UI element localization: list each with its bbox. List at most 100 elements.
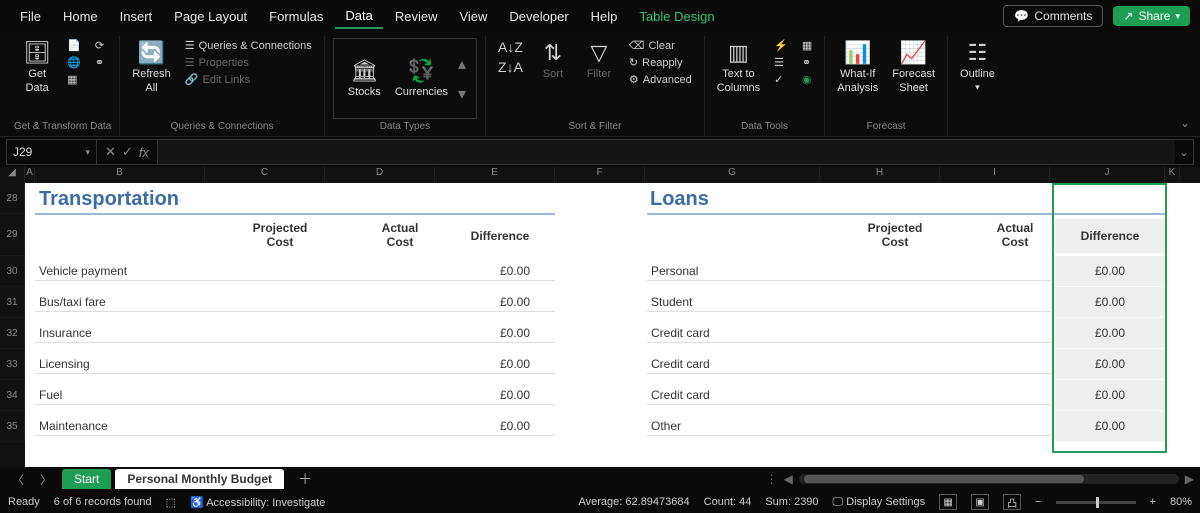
cell-difference[interactable]: £0.00 — [475, 419, 555, 433]
col-b[interactable]: B — [35, 167, 205, 184]
sort-desc-button[interactable]: Z↓A — [494, 58, 527, 76]
col-e[interactable]: E — [435, 167, 555, 184]
confirm-icon[interactable]: ✓ — [122, 144, 133, 160]
reapply-button[interactable]: ↻Reapply — [625, 55, 696, 70]
col-g[interactable]: G — [645, 167, 820, 184]
remove-dup-button[interactable]: ☰ — [770, 55, 792, 70]
row-29[interactable]: 29 — [0, 214, 25, 256]
zoom-out-button[interactable]: − — [1035, 496, 1041, 508]
data-validation-button[interactable]: ✓ — [770, 72, 792, 87]
currencies-button[interactable]: 💱Currencies — [391, 56, 452, 102]
cell-difference[interactable]: £0.00 — [1055, 349, 1165, 379]
refresh-all-button[interactable]: 🔄Refresh All — [128, 38, 175, 97]
add-sheet-button[interactable]: ＋ — [288, 469, 322, 489]
menu-page-layout[interactable]: Page Layout — [164, 5, 257, 28]
data-model-button[interactable]: ◉ — [798, 72, 816, 87]
get-data-button[interactable]: 🗄Get Data — [17, 38, 57, 97]
sheet-content[interactable]: Transportation Projected Cost Actual Cos… — [25, 183, 1200, 467]
whatif-button[interactable]: 📊What-If Analysis — [833, 38, 882, 97]
from-text-button[interactable]: 📄 — [63, 38, 85, 53]
scroll-up-icon[interactable]: ▴ — [458, 54, 466, 74]
menu-developer[interactable]: Developer — [499, 5, 578, 28]
cell-difference[interactable]: £0.00 — [475, 357, 555, 371]
display-settings-button[interactable]: 🖵 Display Settings — [833, 496, 926, 509]
cell-difference[interactable]: £0.00 — [475, 326, 555, 340]
menu-file[interactable]: File — [10, 5, 51, 28]
from-table-button[interactable]: ▦ — [63, 72, 85, 87]
queries-connections-button[interactable]: ☰Queries & Connections — [181, 38, 316, 53]
tab-next-icon[interactable]: 〉 — [34, 471, 58, 488]
comments-button[interactable]: 💬Comments — [1003, 5, 1103, 27]
cell-difference[interactable]: £0.00 — [1055, 411, 1165, 441]
name-box[interactable]: J29▾ — [7, 140, 97, 164]
outline-button[interactable]: ☷Outline▾ — [956, 38, 999, 94]
menu-formulas[interactable]: Formulas — [259, 5, 333, 28]
menu-help[interactable]: Help — [581, 5, 628, 28]
cell-difference[interactable]: £0.00 — [1055, 256, 1165, 286]
scroll-right-icon[interactable]: ▶ — [1185, 472, 1194, 486]
macro-record-icon[interactable]: ⬚ — [166, 496, 176, 509]
zoom-slider[interactable] — [1056, 501, 1136, 504]
filter-button[interactable]: ▽Filter — [579, 38, 619, 84]
sort-asc-button[interactable]: A↓Z — [494, 38, 527, 56]
stocks-button[interactable]: 🏛Stocks — [344, 56, 385, 102]
row-31[interactable]: 31 — [0, 287, 25, 318]
menu-data[interactable]: Data — [335, 4, 382, 29]
share-button[interactable]: ↗Share▾ — [1113, 6, 1190, 26]
cancel-icon[interactable]: ✕ — [105, 144, 116, 160]
menu-table-design[interactable]: Table Design — [629, 5, 724, 28]
edit-links-button[interactable]: 🔗Edit Links — [181, 72, 316, 87]
from-web-button[interactable]: 🌐 — [63, 55, 85, 70]
menu-view[interactable]: View — [449, 5, 497, 28]
tab-prev-icon[interactable]: 〈 — [6, 471, 30, 488]
existing-conn-button[interactable]: ⚭ — [91, 55, 108, 70]
menu-home[interactable]: Home — [53, 5, 108, 28]
chevron-down-icon[interactable]: ▾ — [85, 147, 90, 158]
col-a[interactable]: A — [25, 167, 35, 184]
relationships-button[interactable]: ⚭ — [798, 55, 816, 70]
row-35[interactable]: 35 — [0, 411, 25, 442]
row-34[interactable]: 34 — [0, 380, 25, 411]
expand-formula-icon[interactable]: ⌄ — [1175, 146, 1193, 159]
scroll-down-icon[interactable]: ▾ — [458, 84, 466, 104]
row-30[interactable]: 30 — [0, 256, 25, 287]
zoom-in-button[interactable]: + — [1150, 496, 1156, 508]
select-all-button[interactable]: ◢ — [0, 167, 25, 184]
row-33[interactable]: 33 — [0, 349, 25, 380]
advanced-button[interactable]: ⚙Advanced — [625, 72, 696, 87]
cell-difference[interactable]: £0.00 — [475, 264, 555, 278]
col-i[interactable]: I — [940, 167, 1050, 184]
col-f[interactable]: F — [555, 167, 645, 184]
col-k[interactable]: K — [1165, 167, 1180, 184]
row-32[interactable]: 32 — [0, 318, 25, 349]
consolidate-button[interactable]: ▦ — [798, 38, 816, 53]
scroll-left-icon[interactable]: ◀ — [784, 472, 793, 486]
properties-button[interactable]: ☰Properties — [181, 55, 316, 70]
text-to-columns-button[interactable]: ▥Text to Columns — [713, 38, 764, 97]
cell-difference[interactable]: £0.00 — [475, 295, 555, 309]
col-c[interactable]: C — [205, 167, 325, 184]
collapse-ribbon-icon[interactable]: ⌄ — [1180, 116, 1190, 130]
view-break-button[interactable]: 凸 — [1003, 494, 1021, 510]
horizontal-scrollbar[interactable] — [799, 474, 1179, 484]
fx-icon[interactable]: fx — [139, 145, 149, 160]
forecast-sheet-button[interactable]: 📈Forecast Sheet — [888, 38, 939, 97]
tab-budget[interactable]: Personal Monthly Budget — [115, 469, 284, 489]
flash-fill-button[interactable]: ⚡ — [770, 38, 792, 53]
tab-start[interactable]: Start — [62, 469, 111, 489]
recent-sources-button[interactable]: ⟳ — [91, 38, 108, 53]
cell-difference[interactable]: £0.00 — [1055, 287, 1165, 317]
col-j[interactable]: J — [1050, 167, 1165, 184]
cell-difference[interactable]: £0.00 — [1055, 318, 1165, 348]
menu-insert[interactable]: Insert — [110, 5, 163, 28]
menu-review[interactable]: Review — [385, 5, 448, 28]
tab-options-icon[interactable]: ⋮ — [766, 472, 778, 486]
col-d[interactable]: D — [325, 167, 435, 184]
view-normal-button[interactable]: ▦ — [939, 494, 957, 510]
view-layout-button[interactable]: ▣ — [971, 494, 989, 510]
clear-button[interactable]: ⌫Clear — [625, 38, 696, 53]
cell-difference[interactable]: £0.00 — [1055, 380, 1165, 410]
sort-button[interactable]: ⇅Sort — [533, 38, 573, 84]
col-h[interactable]: H — [820, 167, 940, 184]
cell-difference[interactable]: £0.00 — [475, 388, 555, 402]
